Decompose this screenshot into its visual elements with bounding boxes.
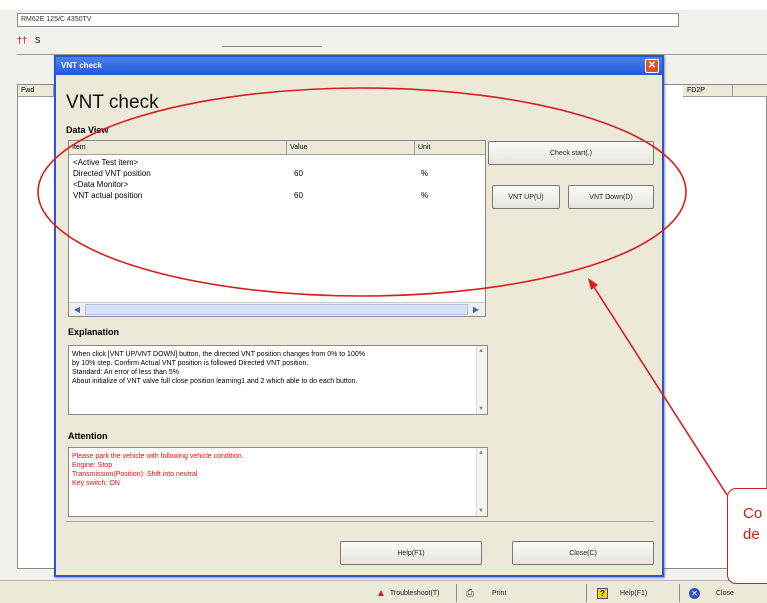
scroll-left-icon[interactable]: ◀ — [71, 304, 83, 315]
icon-bar: †† S — [17, 32, 767, 55]
table-row[interactable]: VNT actual position — [73, 191, 142, 201]
help-icon: ? — [597, 587, 608, 599]
vnt-check-dialog: VNT check ✕ VNT check Data View Item Val… — [54, 55, 664, 577]
table-cell-unit: % — [421, 191, 429, 200]
close-icon[interactable]: ✕ — [645, 59, 659, 73]
status-separator — [586, 584, 587, 602]
close-circle-icon: ✕ — [689, 587, 700, 599]
list-header-filler — [733, 85, 767, 97]
list-header-right[interactable]: FD2P — [683, 85, 733, 97]
table-cell-unit: % — [421, 169, 429, 178]
dialog-title-bar[interactable]: VNT check ✕ — [56, 57, 662, 75]
column-header-value[interactable]: Value — [287, 141, 415, 155]
table-cell-value: 60 — [294, 169, 303, 178]
explanation-line: About initialize of VNT valve full close… — [72, 378, 358, 385]
close-label: Close — [716, 589, 734, 597]
attention-label: Attention — [68, 431, 108, 441]
troubleshoot-button[interactable]: ▲ Troubleshoot(T) — [376, 585, 439, 601]
check-start-button[interactable]: Check start(.) — [488, 141, 654, 165]
print-label: Print — [492, 589, 507, 597]
toolbar-icon[interactable]: †† — [17, 35, 31, 47]
table-cell-value: 60 — [294, 191, 303, 200]
table-row[interactable]: Directed VNT position — [73, 169, 151, 179]
table-row[interactable]: <Active Test item> — [73, 158, 138, 168]
close-button-statusbar[interactable]: ✕ Close — [689, 585, 734, 601]
dialog-title: VNT check — [61, 61, 102, 70]
list-header-left[interactable]: Fwd — [18, 85, 54, 97]
help-button[interactable]: Help(F1) — [340, 541, 482, 565]
warning-triangle-icon: ▲ — [376, 587, 386, 599]
status-separator — [456, 584, 457, 602]
attention-line: Please park the vehicle with following v… — [72, 453, 244, 460]
help-button-statusbar[interactable]: ? Help(F1) — [597, 585, 647, 601]
attention-line: Transmission(Position): Shift into neutr… — [72, 471, 198, 478]
explanation-textbox[interactable]: When click [VNT UP/VNT DOWN] button, the… — [68, 345, 488, 415]
close-button[interactable]: Close(C) — [512, 541, 654, 565]
dialog-separator — [66, 521, 654, 522]
vnt-down-button[interactable]: VNT Down(D) — [568, 185, 654, 209]
vnt-up-button[interactable]: VNT UP(U) — [492, 185, 560, 209]
page-title: VNT check — [66, 92, 159, 113]
scroll-up-icon[interactable]: ▲ — [478, 348, 484, 354]
print-button[interactable]: ⎙ Print — [466, 585, 506, 601]
scroll-down-icon[interactable]: ▼ — [478, 406, 484, 412]
explanation-label: Explanation — [68, 327, 120, 337]
status-bar: ▲ Troubleshoot(T) ⎙ Print ? Help(F1) ✕ C… — [0, 580, 767, 603]
horizontal-scrollbar[interactable]: ◀ ▶ — [69, 302, 485, 316]
explanation-line: Standard: An error of less than 5% — [72, 369, 180, 376]
attention-line: Key switch: ON — [72, 480, 120, 487]
column-header-item[interactable]: Item — [69, 141, 287, 155]
printer-icon: ⎙ — [466, 587, 474, 599]
tab-underline — [222, 46, 322, 51]
status-separator — [679, 584, 680, 602]
explanation-line: When click [VNT UP/VNT DOWN] button, the… — [72, 351, 365, 358]
vertical-scrollbar[interactable]: ▲ ▼ — [476, 346, 487, 414]
attention-textbox[interactable]: Please park the vehicle with following v… — [68, 447, 488, 517]
attention-line: Engine: Stop — [72, 462, 113, 469]
scroll-up-icon[interactable]: ▲ — [478, 450, 484, 456]
data-view-label: Data View — [66, 125, 109, 135]
path-field[interactable]: RM62E 125/C 4350TV — [17, 13, 679, 27]
callout-text: Co de — [743, 505, 763, 543]
annotation-callout: Co de — [727, 488, 767, 584]
scroll-down-icon[interactable]: ▼ — [478, 508, 484, 514]
table-row[interactable]: <Data Monitor> — [73, 180, 128, 190]
troubleshoot-label: Troubleshoot(T) — [389, 589, 440, 597]
data-view-grid[interactable]: Item Value Unit <Active Test item> Direc… — [68, 140, 486, 317]
help-label: Help(F1) — [620, 589, 648, 597]
column-header-unit[interactable]: Unit — [415, 141, 485, 155]
scroll-thumb[interactable] — [85, 304, 468, 315]
scroll-right-icon[interactable]: ▶ — [470, 304, 482, 315]
top-strip — [0, 0, 767, 10]
background-tab[interactable]: S — [35, 36, 63, 46]
vertical-scrollbar[interactable]: ▲ ▼ — [476, 448, 487, 516]
explanation-line: by 10% step. Confirm Actual VNT position… — [72, 360, 309, 367]
